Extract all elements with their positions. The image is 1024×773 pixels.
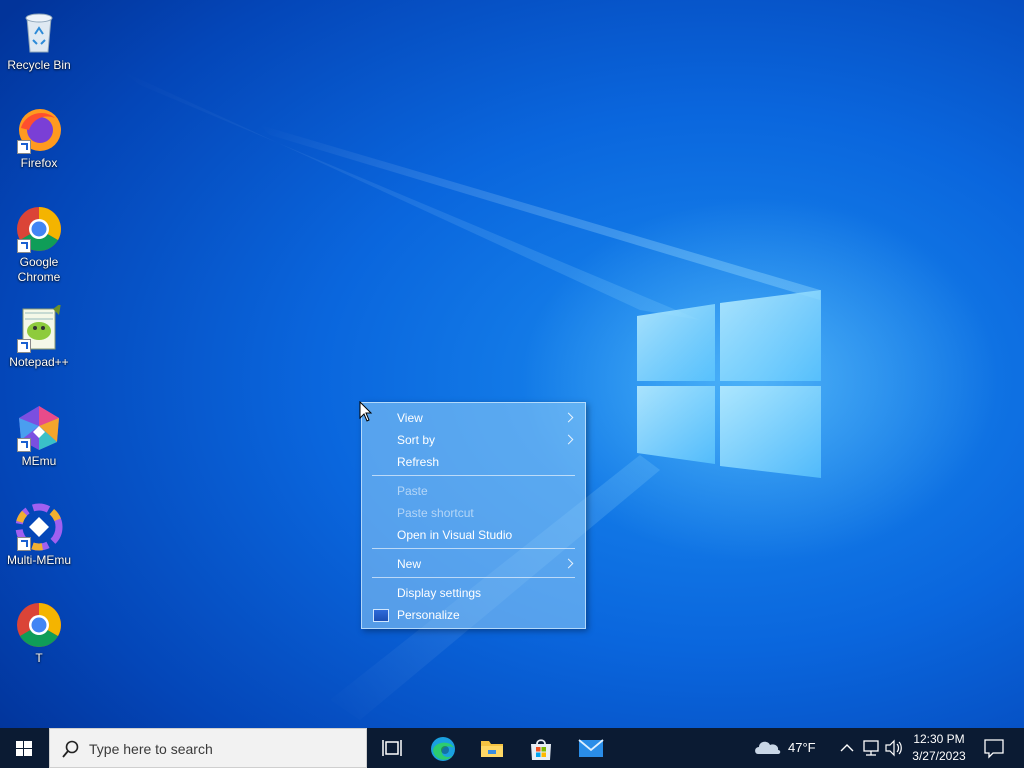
edge-icon	[431, 737, 455, 761]
multi-memu-icon	[15, 503, 63, 551]
cloud-icon	[755, 741, 781, 754]
taskbar-edge-button[interactable]	[418, 728, 466, 768]
shortcut-arrow-icon	[17, 537, 31, 551]
desktop-icon-notepad-plus-plus[interactable]: Notepad++	[1, 303, 77, 370]
taskbar-microsoft-store-button[interactable]	[516, 728, 564, 768]
menu-item-open-in-visual-studio[interactable]: Open in Visual Studio	[363, 524, 584, 546]
windows-logo-pane	[720, 290, 821, 381]
mail-icon	[578, 739, 604, 757]
firefox-icon	[15, 106, 63, 154]
weather-widget[interactable]: 47°F	[752, 728, 822, 768]
chevron-up-icon	[840, 744, 854, 752]
desktop[interactable]: Recycle Bin Firefox Google Chrome Notepa…	[0, 0, 1024, 728]
desktop-context-menu: View Sort by Refresh Paste Paste shortcu…	[361, 402, 586, 629]
desktop-icon-memu[interactable]: MEmu	[1, 404, 77, 469]
chevron-right-icon	[563, 558, 574, 569]
windows-start-icon	[16, 741, 32, 756]
volume-button[interactable]	[883, 728, 905, 768]
taskbar-clock[interactable]: 12:30 PM 3/27/2023	[906, 731, 972, 765]
clock-time: 12:30 PM	[913, 732, 965, 746]
chevron-right-icon	[563, 412, 574, 423]
shortcut-arrow-icon	[17, 140, 31, 154]
notepad-plus-plus-icon	[15, 303, 63, 353]
menu-item-paste-shortcut[interactable]: Paste shortcut	[363, 502, 584, 524]
menu-item-sort-by[interactable]: Sort by	[363, 429, 584, 451]
notification-icon	[984, 739, 1004, 759]
taskbar-search-box[interactable]: Type here to search	[49, 728, 367, 768]
task-view-icon	[382, 740, 402, 756]
menu-item-new[interactable]: New	[363, 553, 584, 575]
search-icon	[62, 740, 79, 758]
clock-date: 3/27/2023	[912, 749, 966, 763]
desktop-icon-google-chrome[interactable]: Google Chrome	[1, 205, 77, 285]
network-button[interactable]	[860, 728, 882, 768]
task-view-button[interactable]	[368, 728, 416, 768]
taskbar: Type here to search 47°F 12:30 PM 3/27/2…	[0, 728, 1024, 768]
show-hidden-icons-button[interactable]	[836, 728, 858, 768]
menu-item-view[interactable]: View	[363, 407, 584, 429]
chevron-right-icon	[563, 434, 574, 445]
taskbar-mail-button[interactable]	[566, 728, 614, 768]
windows-logo-pane	[720, 386, 821, 478]
chrome-icon	[15, 601, 63, 649]
network-icon	[863, 740, 879, 756]
speaker-icon	[885, 739, 902, 757]
mouse-cursor-icon	[359, 401, 373, 422]
menu-item-paste[interactable]: Paste	[363, 480, 584, 502]
menu-item-refresh[interactable]: Refresh	[363, 451, 584, 473]
desktop-icon-firefox[interactable]: Firefox	[1, 106, 77, 171]
windows-logo-pane	[637, 386, 715, 464]
weather-temperature: 47°F	[788, 740, 816, 755]
menu-separator	[372, 548, 575, 549]
recycle-bin-icon	[15, 8, 63, 56]
desktop-icon-multi-memu[interactable]: Multi-MEmu	[1, 503, 77, 568]
desktop-icon-t[interactable]: T	[1, 601, 77, 666]
desktop-icon-recycle-bin[interactable]: Recycle Bin	[1, 8, 77, 73]
file-explorer-icon	[481, 741, 503, 757]
menu-separator	[372, 475, 575, 476]
menu-separator	[372, 577, 575, 578]
menu-item-personalize[interactable]: Personalize	[363, 604, 584, 626]
action-center-button[interactable]	[978, 728, 1010, 768]
shortcut-arrow-icon	[17, 339, 31, 353]
chrome-icon	[15, 205, 63, 253]
menu-item-display-settings[interactable]: Display settings	[363, 582, 584, 604]
start-button[interactable]	[0, 728, 48, 768]
microsoft-store-icon	[531, 739, 551, 760]
shortcut-arrow-icon	[17, 239, 31, 253]
windows-logo-pane	[637, 304, 715, 381]
memu-icon	[15, 404, 63, 452]
taskbar-file-explorer-button[interactable]	[467, 728, 515, 768]
search-placeholder: Type here to search	[89, 741, 213, 757]
personalize-icon	[373, 609, 389, 622]
shortcut-arrow-icon	[17, 438, 31, 452]
